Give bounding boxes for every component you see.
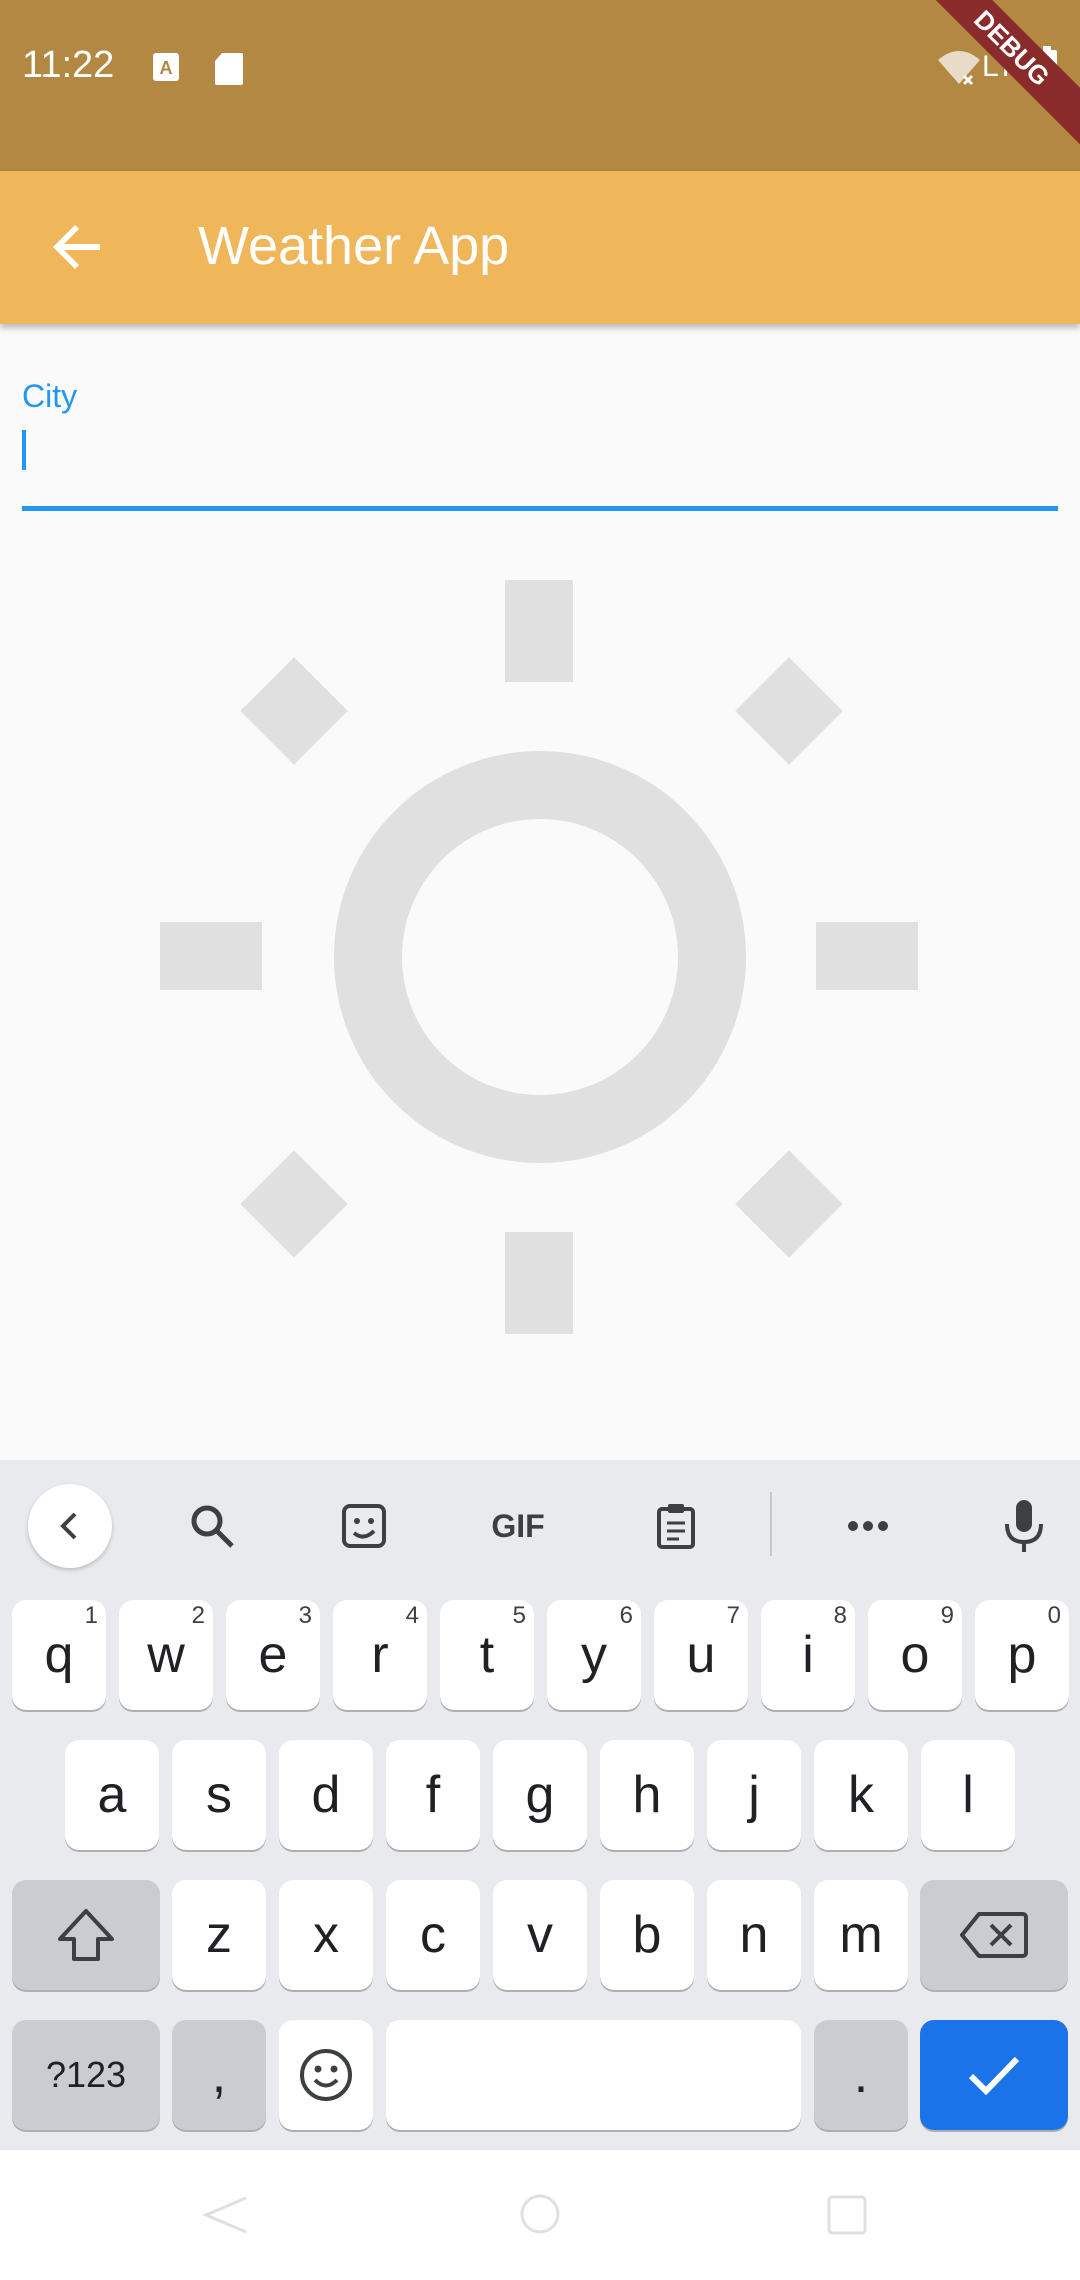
key-t[interactable]: t5 <box>440 1600 534 1710</box>
more-button[interactable] <box>826 1484 910 1568</box>
key-m[interactable]: m <box>814 1880 908 1990</box>
key-l[interactable]: l <box>921 1740 1015 1850</box>
key-p[interactable]: p0 <box>975 1600 1069 1710</box>
keyboard-search-button[interactable] <box>170 1484 254 1568</box>
chevron-left-icon <box>60 1512 77 1540</box>
city-field-label: City <box>22 378 78 414</box>
key-comma[interactable]: , <box>172 2020 266 2130</box>
emoji-key[interactable] <box>279 2020 373 2130</box>
key-period[interactable]: . <box>814 2020 908 2130</box>
key-f[interactable]: f <box>386 1740 480 1850</box>
key-y[interactable]: y6 <box>547 1600 641 1710</box>
sd-card-icon <box>214 52 244 90</box>
voice-input-button[interactable] <box>982 1484 1066 1568</box>
wifi-off-icon <box>936 48 982 90</box>
key-z[interactable]: z <box>172 1880 266 1990</box>
app-title: Weather App <box>198 216 510 276</box>
city-field-underline <box>22 506 1058 511</box>
status-bar: 11:22 A LTE DEBUG <box>0 0 1080 171</box>
key-v[interactable]: v <box>493 1880 587 1990</box>
key-a[interactable]: a <box>65 1740 159 1850</box>
sun-icon <box>160 580 918 1334</box>
key-u[interactable]: u7 <box>654 1600 748 1710</box>
app-bar: Weather App <box>0 171 1080 324</box>
a-icon: A <box>152 52 180 86</box>
mic-icon <box>1005 1500 1043 1552</box>
sticker-icon <box>342 1504 386 1548</box>
key-x[interactable]: x <box>279 1880 373 1990</box>
backspace-key[interactable] <box>920 1880 1068 1990</box>
done-key[interactable] <box>920 2020 1068 2130</box>
status-time: 11:22 <box>22 44 115 86</box>
key-n[interactable]: n <box>707 1880 801 1990</box>
key-b[interactable]: b <box>600 1880 694 1990</box>
soft-keyboard: GIF q1 w2 e3 r4 t5 y6 u7 i8 o9 p0 a s d … <box>0 1460 1080 2150</box>
gif-button[interactable]: GIF <box>476 1484 560 1568</box>
key-o[interactable]: o9 <box>868 1600 962 1710</box>
keyboard-collapse-button[interactable] <box>28 1484 112 1568</box>
key-k[interactable]: k <box>814 1740 908 1850</box>
text-cursor <box>22 430 26 470</box>
key-j[interactable]: j <box>707 1740 801 1850</box>
back-button[interactable] <box>50 219 106 275</box>
svg-text:A: A <box>160 58 173 78</box>
key-r[interactable]: r4 <box>333 1600 427 1710</box>
symbols-key[interactable]: ?123 <box>12 2020 160 2130</box>
check-icon <box>968 2056 1020 2096</box>
key-w[interactable]: w2 <box>119 1600 213 1710</box>
shift-icon <box>58 1909 114 1961</box>
key-h[interactable]: h <box>600 1740 694 1850</box>
gif-label: GIF <box>491 1507 545 1544</box>
shift-key[interactable] <box>12 1880 160 1990</box>
key-i[interactable]: i8 <box>761 1600 855 1710</box>
sticker-button[interactable] <box>322 1484 406 1568</box>
back-icon[interactable] <box>200 2194 250 2236</box>
clipboard-icon <box>657 1504 695 1549</box>
key-s[interactable]: s <box>172 1740 266 1850</box>
emoji-icon <box>300 2049 352 2101</box>
search-icon <box>191 1505 234 1548</box>
city-input[interactable] <box>22 420 1062 510</box>
key-c[interactable]: c <box>386 1880 480 1990</box>
more-icon <box>848 1521 888 1531</box>
space-key[interactable] <box>386 2020 801 2130</box>
keyboard-toolbar: GIF <box>0 1460 1080 1590</box>
key-e[interactable]: e3 <box>226 1600 320 1710</box>
key-d[interactable]: d <box>279 1740 373 1850</box>
home-icon[interactable] <box>518 2192 562 2236</box>
navigation-bar <box>0 2150 1080 2280</box>
arrow-back-icon <box>53 225 100 269</box>
key-q[interactable]: q1 <box>12 1600 106 1710</box>
recents-icon[interactable] <box>826 2194 868 2236</box>
toolbar-separator <box>770 1492 772 1556</box>
clipboard-button[interactable] <box>634 1484 718 1568</box>
backspace-icon <box>960 1912 1028 1958</box>
key-g[interactable]: g <box>493 1740 587 1850</box>
